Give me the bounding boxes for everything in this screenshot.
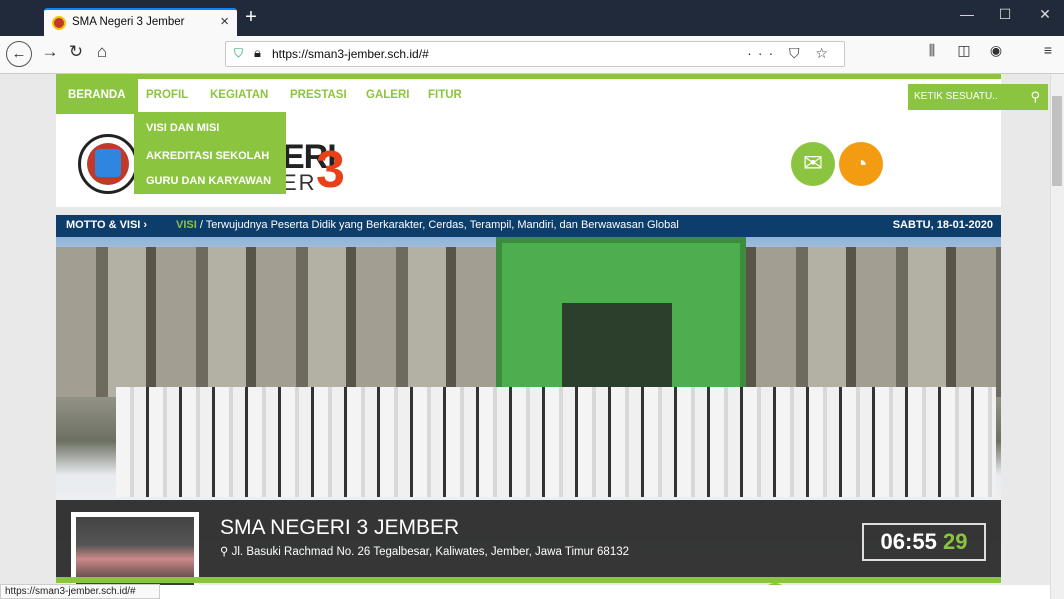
menu-kegiatan[interactable]: KEGIATAN bbox=[210, 89, 268, 101]
address-bar[interactable]: ⛉ 🔒︎ https://sman3-jember.sch.id/# ··· ⛉… bbox=[225, 41, 845, 67]
clock-seconds: 29 bbox=[942, 529, 968, 554]
visi-text: / Terwujudnya Peserta Didik yang Berkara… bbox=[196, 219, 679, 231]
new-tab-button[interactable]: + bbox=[240, 6, 262, 28]
motto-bar: MOTTO & VISI › VISI / Terwujudnya Pesert… bbox=[56, 215, 1001, 237]
address-text: Jl. Basuki Rachmad No. 26 Tegalbesar, Ka… bbox=[231, 546, 630, 558]
scrollbar-thumb[interactable] bbox=[1052, 96, 1062, 186]
clock-hours-minutes: 06:55 bbox=[880, 529, 937, 554]
brand-number: 3 bbox=[316, 141, 345, 199]
tab-title: SMA Negeri 3 Jember bbox=[72, 16, 185, 28]
minimize-icon[interactable]: — bbox=[952, 6, 982, 22]
menu-beranda[interactable]: BERANDA bbox=[56, 79, 138, 114]
back-arrow-icon[interactable]: ← bbox=[6, 41, 32, 67]
mail-icon[interactable]: ✉ bbox=[791, 142, 835, 186]
library-icon[interactable]: ⫼ bbox=[920, 42, 944, 59]
page-actions[interactable]: ··· ⛉ ☆ bbox=[747, 45, 834, 62]
principal-photo bbox=[71, 512, 199, 585]
map-pin-icon: ⚲ bbox=[220, 546, 232, 558]
school-favicon-icon bbox=[52, 16, 66, 30]
dropdown-item-akreditasi[interactable]: AKREDITASI SEKOLAH bbox=[146, 150, 269, 162]
menu-profil[interactable]: PROFIL bbox=[146, 89, 188, 101]
dropdown-item-visi-misi[interactable]: VISI DAN MISI bbox=[146, 122, 219, 134]
digital-clock: 06:55 29 bbox=[862, 523, 986, 561]
logo-shield bbox=[95, 149, 121, 177]
current-date: SABTU, 18-01-2020 bbox=[892, 219, 993, 231]
chat-bubble-icon[interactable]: ••• bbox=[762, 583, 788, 585]
close-tab-icon[interactable]: × bbox=[220, 13, 229, 30]
rss-icon[interactable]: ◔ bbox=[839, 142, 883, 186]
browser-tab[interactable]: SMA Negeri 3 Jember × bbox=[44, 8, 237, 36]
bottom-accent-line bbox=[56, 577, 1001, 583]
menu-prestasi[interactable]: PRESTASI bbox=[290, 89, 347, 101]
menu-galeri[interactable]: GALERI bbox=[366, 89, 409, 101]
visi-label: VISI bbox=[176, 219, 197, 231]
status-bar-url: https://sman3-jember.sch.id/# bbox=[0, 584, 160, 599]
school-address: ⚲ Jl. Basuki Rachmad No. 26 Tegalbesar, … bbox=[220, 544, 629, 558]
menu-fitur[interactable]: FITUR bbox=[428, 89, 462, 101]
sidebar-icon[interactable]: ◫ bbox=[952, 42, 976, 59]
visi-ticker[interactable]: VISI / Terwujudnya Peserta Didik yang Be… bbox=[176, 219, 679, 231]
home-icon[interactable]: ⌂ bbox=[90, 42, 114, 62]
forward-arrow-icon[interactable]: → bbox=[38, 42, 62, 62]
hero-photo: SMA NEGERI 3 JEMBER ⚲ Jl. Basuki Rachmad… bbox=[56, 237, 1001, 585]
url-text[interactable]: https://sman3-jember.sch.id/# bbox=[272, 47, 429, 61]
close-window-icon[interactable]: ✕ bbox=[1030, 6, 1060, 23]
account-icon[interactable]: ◉ bbox=[984, 42, 1008, 59]
main-menu: BERANDA PROFIL KEGIATAN PRESTASI GALERI … bbox=[56, 79, 1048, 114]
browser-nav-bar: ← → ↻ ⌂ ⛉ 🔒︎ https://sman3-jember.sch.id… bbox=[0, 36, 1064, 74]
search-input[interactable]: KETIK SESUATU.. ⚲ bbox=[908, 84, 1048, 110]
maximize-icon[interactable]: ☐ bbox=[990, 6, 1020, 23]
school-name: SMA NEGERI 3 JEMBER bbox=[220, 516, 460, 539]
tracking-shield-icon[interactable]: ⛉ bbox=[234, 46, 243, 61]
web-page: BERANDA PROFIL KEGIATAN PRESTASI GALERI … bbox=[0, 74, 1050, 585]
browser-tab-bar: SMA Negeri 3 Jember × + — ☐ ✕ bbox=[0, 0, 1064, 36]
search-placeholder: KETIK SESUATU.. bbox=[914, 91, 998, 102]
students-group-image bbox=[116, 387, 996, 497]
reload-icon[interactable]: ↻ bbox=[64, 42, 88, 62]
dropdown-item-guru-karyawan[interactable]: GURU DAN KARYAWAN bbox=[146, 175, 271, 187]
profil-dropdown: VISI DAN MISI AKREDITASI SEKOLAH GURU DA… bbox=[134, 112, 286, 194]
brand-text-line2: ER bbox=[282, 170, 317, 195]
principal-image bbox=[76, 517, 194, 585]
school-logo[interactable] bbox=[78, 134, 138, 194]
lock-icon[interactable]: 🔒︎ bbox=[254, 45, 261, 61]
motto-label: MOTTO & VISI › bbox=[66, 219, 148, 231]
menu-icon[interactable]: ≡ bbox=[1036, 42, 1060, 58]
search-icon[interactable]: ⚲ bbox=[1030, 89, 1040, 105]
hero-caption-bar: SMA NEGERI 3 JEMBER ⚲ Jl. Basuki Rachmad… bbox=[56, 500, 1001, 585]
